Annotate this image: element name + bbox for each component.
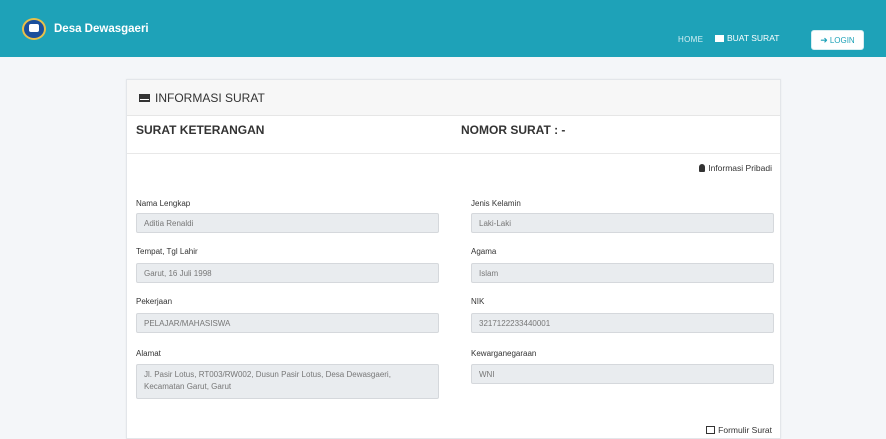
brand-name: Desa Dewasgaeri xyxy=(54,23,149,35)
login-button[interactable]: ➜ LOGIN xyxy=(811,30,864,50)
informasi-pribadi-label: Informasi Pribadi xyxy=(708,163,772,173)
nav-buat-surat-link[interactable]: BUAT SURAT xyxy=(715,33,779,43)
card-header: INFORMASI SURAT xyxy=(127,80,780,116)
surat-row: SURAT KETERANGAN NOMOR SURAT : - xyxy=(127,120,780,154)
nav-buat-surat-label: BUAT SURAT xyxy=(727,33,780,43)
informasi-pribadi-heading: Informasi Pribadi xyxy=(699,163,772,173)
kewarganegaraan-label: Kewarganegaraan xyxy=(471,349,537,358)
ttl-field[interactable]: Garut, 16 Juli 1998 xyxy=(136,263,439,283)
pekerjaan-label: Pekerjaan xyxy=(136,297,173,306)
edit-icon xyxy=(706,426,716,434)
alamat-textarea[interactable]: Jl. Pasir Lotus, RT003/RW002, Dusun Pasi… xyxy=(136,364,439,399)
village-logo-icon xyxy=(22,18,46,40)
nik-field[interactable]: 3217122233440001 xyxy=(471,313,774,333)
brand[interactable]: Desa Dewasgaeri xyxy=(22,18,149,40)
user-icon xyxy=(699,164,706,172)
envelope-icon xyxy=(715,34,724,42)
nik-label: NIK xyxy=(471,297,485,306)
nav-home-link[interactable]: HOME xyxy=(678,35,703,44)
jenis-kelamin-field[interactable]: Laki-Laki xyxy=(471,213,774,233)
agama-label: Agama xyxy=(471,247,497,256)
informasi-surat-card: INFORMASI SURAT SURAT KETERANGAN NOMOR S… xyxy=(126,79,781,439)
sign-in-icon: ➜ xyxy=(820,34,828,45)
ttl-label: Tempat, Tgl Lahir xyxy=(136,247,198,256)
kewarganegaraan-field[interactable]: WNI xyxy=(471,364,774,384)
nama-label: Nama Lengkap xyxy=(136,199,191,208)
jenis-kelamin-label: Jenis Kelamin xyxy=(471,199,521,208)
top-navbar: Desa Dewasgaeri HOME BUAT SURAT ➜ LOGIN xyxy=(0,0,886,57)
pekerjaan-field[interactable]: PELAJAR/MAHASISWA xyxy=(136,313,439,333)
agama-field[interactable]: Islam xyxy=(471,263,774,283)
formulir-surat-label: Formulir Surat xyxy=(718,425,772,435)
surat-keterangan-title: SURAT KETERANGAN xyxy=(136,123,265,137)
alamat-label: Alamat xyxy=(136,349,161,358)
nama-field[interactable]: Aditia Renaldi xyxy=(136,213,439,233)
formulir-surat-heading: Formulir Surat xyxy=(706,425,772,435)
card-title: INFORMASI SURAT xyxy=(155,90,265,105)
nomor-surat: NOMOR SURAT : - xyxy=(461,123,566,137)
login-label: LOGIN xyxy=(829,35,855,45)
envelope-icon xyxy=(139,93,150,102)
